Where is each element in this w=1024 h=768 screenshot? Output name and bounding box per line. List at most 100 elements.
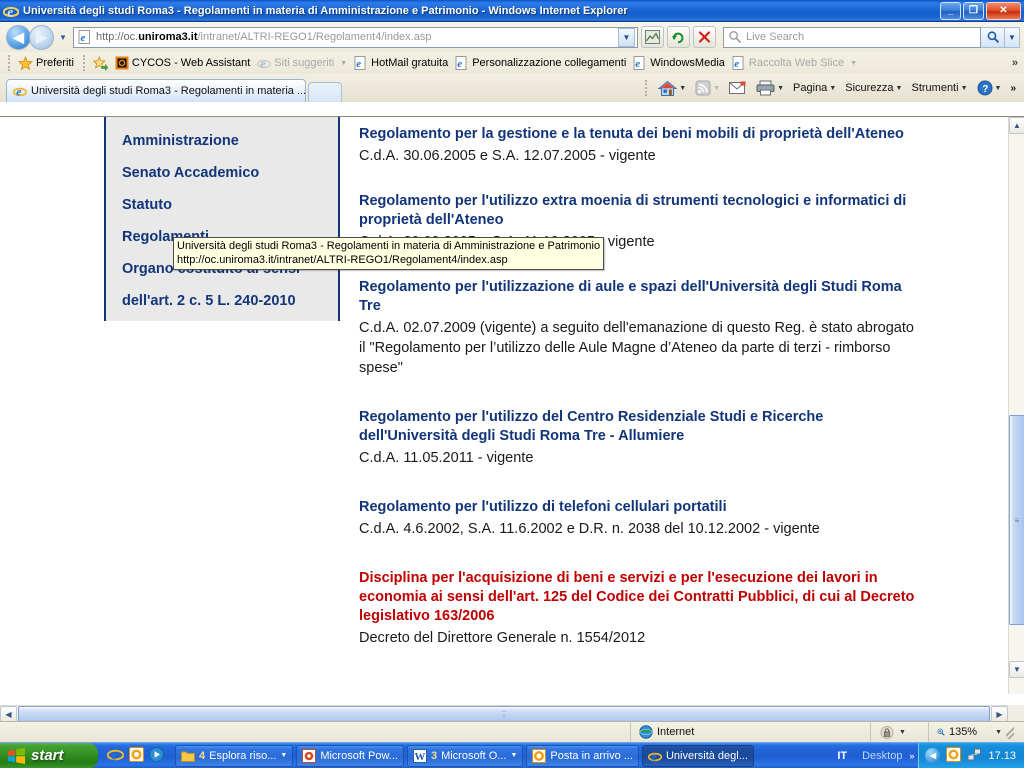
search-go-button[interactable]: [981, 26, 1005, 48]
sidebar-link[interactable]: Amministrazione: [122, 125, 338, 157]
scroll-up-button[interactable]: ▲: [1009, 117, 1024, 134]
sidebar-link[interactable]: Statuto: [122, 189, 338, 221]
refresh-button[interactable]: [667, 26, 690, 48]
regulation-title-link[interactable]: Regolamento per la gestione e la tenuta …: [359, 125, 919, 144]
scroll-right-button[interactable]: ▶: [991, 706, 1008, 722]
protected-mode-indicator[interactable]: ▼: [870, 721, 928, 743]
favorite-item[interactable]: e HotMail gratuita: [352, 55, 453, 71]
lock-icon: [880, 725, 894, 739]
browser-tab[interactable]: e Università degli studi Roma3 - Regolame…: [6, 79, 306, 102]
quick-launch-media-player-icon[interactable]: [149, 746, 164, 765]
address-dropdown-button[interactable]: ▼: [618, 27, 635, 47]
feeds-button[interactable]: ▼: [691, 78, 724, 98]
new-tab-button[interactable]: [308, 82, 342, 102]
tools-menu-button[interactable]: Strumenti ▼: [907, 80, 971, 96]
scroll-left-button[interactable]: ◀: [0, 706, 17, 722]
start-button[interactable]: start: [0, 742, 98, 768]
regulation-title-link[interactable]: Regolamento per l'utilizzo extra moenia …: [359, 192, 919, 230]
history-dropdown-button[interactable]: ▼: [56, 33, 70, 42]
quick-launch-ie-icon[interactable]: e: [106, 746, 125, 765]
minimize-button[interactable]: _: [940, 1, 961, 20]
svg-text:e: e: [111, 748, 117, 762]
svg-text:e: e: [734, 58, 739, 70]
taskbar-button[interactable]: 4 Esplora riso... ▼: [175, 744, 294, 767]
mail-icon: [729, 81, 746, 94]
favorite-item[interactable]: e Personalizzazione collegamenti: [453, 55, 631, 71]
add-to-favorites-bar-button[interactable]: [91, 55, 113, 72]
link-tooltip: Università degli studi Roma3 - Regolamen…: [173, 237, 605, 270]
sidebar-link-list: Amministrazione Senato Accademico Statuto R…: [122, 125, 338, 317]
forward-button[interactable]: ▶: [29, 24, 54, 50]
address-bar[interactable]: e http://oc.uniroma3.it/intranet/ALTRI-R…: [73, 26, 638, 48]
page-viewport: Amministrazione Senato Accademico Statuto R…: [0, 116, 1024, 722]
show-hidden-icons-button[interactable]: ◀: [925, 748, 941, 763]
close-button[interactable]: ✕: [986, 1, 1021, 20]
quick-launch-office-icon[interactable]: [129, 746, 144, 765]
entry-spacer: [359, 170, 919, 192]
navigation-toolbar: ◀ ▶ ▼ e http://oc.uniroma3.it/intranet/A…: [0, 22, 1024, 52]
regulation-title-link[interactable]: Disciplina per l'acquisizione di beni e …: [359, 569, 919, 626]
zoom-level-label: 135%: [948, 726, 978, 738]
chevron-down-icon: ▼: [510, 752, 518, 759]
favorite-item[interactable]: e Siti suggeriti ▼: [255, 55, 352, 71]
search-input[interactable]: Live Search: [723, 26, 981, 48]
chevron-down-icon: ▼: [1013, 665, 1021, 674]
regulation-title-link[interactable]: Regolamento per l'utilizzo del Centro Re…: [359, 408, 919, 446]
command-bar-grip[interactable]: [645, 80, 649, 96]
ie-icon: e: [257, 57, 272, 70]
tray-outlook-icon[interactable]: [946, 746, 962, 765]
favorite-label: Personalizzazione collegamenti: [472, 57, 627, 69]
favorites-button[interactable]: Preferiti: [16, 55, 79, 72]
taskbar-button[interactable]: Posta in arrivo ...: [526, 744, 639, 767]
horizontal-scrollbar[interactable]: ◀ ⋮ ▶: [0, 705, 1008, 722]
svg-text:e: e: [636, 58, 641, 70]
status-bar: Internet ▼ 135% ▼: [0, 721, 1024, 743]
vertical-scrollbar[interactable]: ▲ ≡ ▼: [1008, 117, 1024, 694]
toolbar-grip-2[interactable]: [82, 55, 87, 71]
tray-network-icon[interactable]: [967, 747, 982, 765]
system-tray: ◀ 17.13: [918, 742, 1024, 768]
stop-button[interactable]: [693, 26, 716, 48]
help-button[interactable]: ? ▼: [973, 78, 1006, 98]
page-menu-button[interactable]: Pagina ▼: [789, 80, 840, 96]
taskbar-button[interactable]: Microsoft Pow...: [296, 744, 404, 767]
url-path: /intranet/ALTRI-REGO1/Regolament4/index.…: [197, 31, 432, 43]
taskbar-button[interactable]: W 3 Microsoft O... ▼: [406, 744, 524, 767]
read-mail-button[interactable]: [725, 79, 751, 97]
globe-icon: [639, 725, 653, 739]
favorites-overflow-button[interactable]: »: [1012, 57, 1024, 69]
regulation-title-link[interactable]: Regolamento per l'utilizzazione di aule …: [359, 278, 919, 316]
language-indicator[interactable]: IT: [829, 750, 855, 762]
search-dropdown-button[interactable]: ▼: [1005, 26, 1020, 48]
scroll-down-button[interactable]: ▼: [1009, 661, 1024, 678]
chevron-down-icon: ▼: [994, 84, 1002, 92]
window-title: Università degli studi Roma3 - Regolamen…: [23, 4, 628, 17]
regulation-entry: Regolamento per la gestione e la tenuta …: [359, 125, 919, 166]
taskbar-button[interactable]: e Università degl...: [641, 744, 754, 767]
sidebar-link[interactable]: dell'art. 2 c. 5 L. 240-2010: [122, 285, 338, 317]
favorite-item[interactable]: e Raccolta Web Slice ▼: [730, 55, 862, 71]
favorite-item[interactable]: CYCOS - Web Assistant: [113, 55, 255, 71]
desktop-toolbar-label[interactable]: Desktop: [862, 750, 902, 762]
security-menu-button[interactable]: Sicurezza ▼: [841, 80, 906, 96]
compatibility-view-button[interactable]: [641, 26, 664, 48]
zoom-indicator[interactable]: 135% ▼: [928, 721, 1024, 743]
regulation-title-link[interactable]: Regolamento per l'utilizzo di telefoni c…: [359, 498, 919, 517]
command-bar-overflow-button[interactable]: »: [1006, 81, 1020, 96]
back-button[interactable]: ◀: [6, 24, 31, 50]
security-zone-indicator[interactable]: Internet: [630, 721, 870, 743]
favorites-label: Preferiti: [36, 57, 74, 69]
regulation-entry: Regolamento per l'utilizzazione di aule …: [359, 278, 919, 378]
home-button[interactable]: ▼: [654, 78, 690, 99]
sidebar-link[interactable]: Senato Accademico: [122, 157, 338, 189]
vertical-scroll-thumb[interactable]: ≡: [1009, 415, 1024, 625]
clock[interactable]: 17.13: [988, 750, 1016, 762]
desktop-overflow-icon[interactable]: »: [909, 751, 914, 761]
ie-page-icon: e: [633, 56, 645, 70]
favorite-item[interactable]: e WindowsMedia: [631, 55, 730, 71]
toolbar-grip[interactable]: [8, 55, 12, 71]
resize-grip[interactable]: [1006, 725, 1014, 739]
maximize-button[interactable]: ❐: [963, 1, 984, 20]
horizontal-scroll-thumb[interactable]: ⋮: [18, 706, 990, 722]
print-button[interactable]: ▼: [752, 78, 788, 98]
